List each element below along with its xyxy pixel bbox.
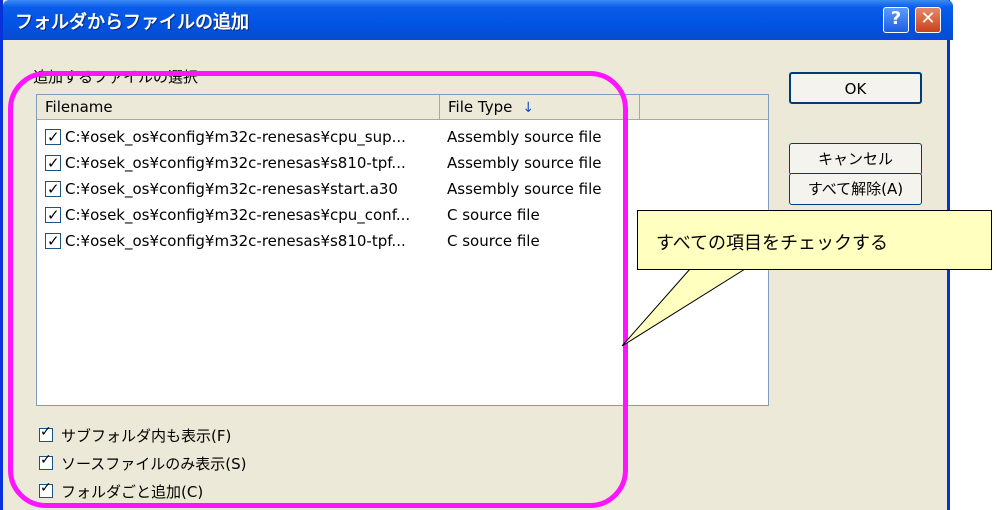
callout-note: すべての項目をチェックする [637, 210, 992, 270]
callout-text: すべての項目をチェックする [656, 233, 889, 254]
